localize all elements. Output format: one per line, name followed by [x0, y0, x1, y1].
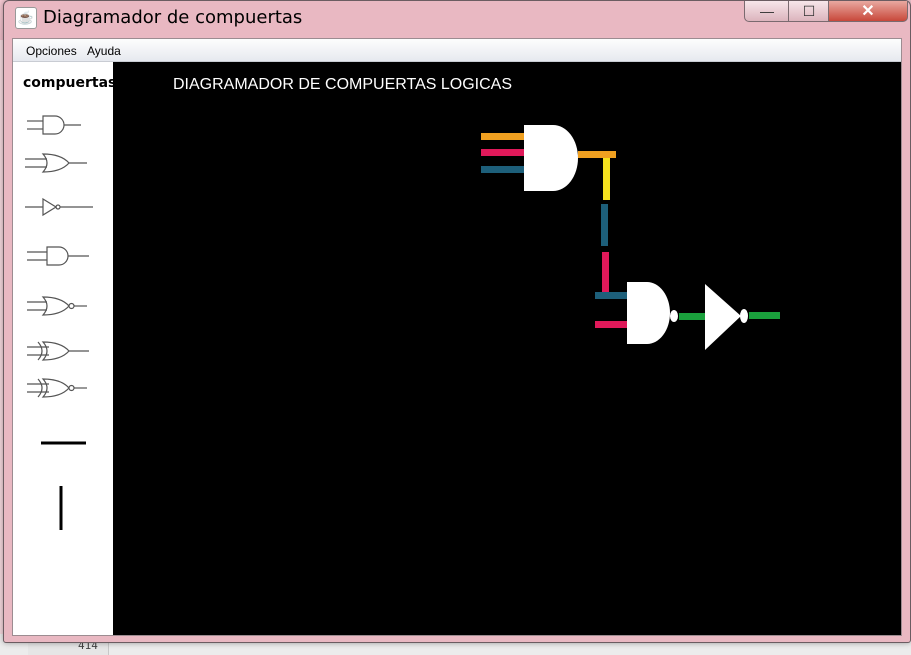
wire-pink [481, 149, 524, 156]
nand-gate [627, 282, 670, 344]
wire-teal [481, 166, 524, 173]
title-bar[interactable]: ☕ Diagramador de compuertas — ☐ ✕ [4, 1, 910, 37]
nand-bubble [670, 310, 678, 322]
app-window: ☕ Diagramador de compuertas — ☐ ✕ Opcion… [3, 0, 911, 643]
not-gate-icon[interactable] [23, 192, 95, 222]
vertical-wire-icon[interactable] [23, 482, 95, 532]
minimize-button[interactable]: — [744, 1, 790, 22]
diagram-canvas[interactable]: DIAGRAMADOR DE COMPUERTAS LOGICAS [113, 62, 901, 635]
wire-pink-in [595, 321, 627, 328]
and-gate-1 [524, 125, 578, 191]
and-gate-icon[interactable] [23, 110, 95, 140]
wire-green-1 [679, 313, 705, 320]
circuit-diagram [481, 125, 780, 350]
or-gate-icon[interactable] [23, 148, 95, 178]
xor-gate-icon[interactable] [23, 336, 95, 366]
horizontal-wire-icon[interactable] [23, 428, 95, 458]
wire-yellow [603, 158, 610, 200]
palette-title: compuertas [23, 75, 117, 91]
wire-pink-vertical [602, 252, 609, 292]
window-title: Diagramador de compuertas [43, 7, 303, 28]
wire-orange-out [578, 151, 616, 158]
menu-ayuda[interactable]: Ayuda [87, 44, 121, 58]
xnor-gate-icon[interactable] [23, 373, 95, 403]
menu-bar: Opciones Ayuda [13, 39, 901, 62]
not-bubble [740, 309, 748, 323]
close-button[interactable]: ✕ [828, 1, 908, 22]
wire-teal-in [595, 292, 627, 299]
not-gate [705, 284, 741, 350]
gate-palette: compuertas [13, 62, 117, 635]
maximize-button[interactable]: ☐ [788, 1, 830, 22]
menu-opciones[interactable]: Opciones [26, 44, 77, 58]
nor-gate-icon[interactable] [23, 291, 95, 321]
and-gate-icon[interactable] [23, 241, 95, 271]
content-pane: Opciones Ayuda compuertas DIAGRAMADOR DE… [12, 38, 902, 636]
wire-green-2 [749, 312, 780, 319]
wire-orange [481, 133, 524, 140]
java-cup-icon[interactable]: ☕ [15, 7, 37, 29]
wire-teal-vertical [601, 204, 608, 246]
